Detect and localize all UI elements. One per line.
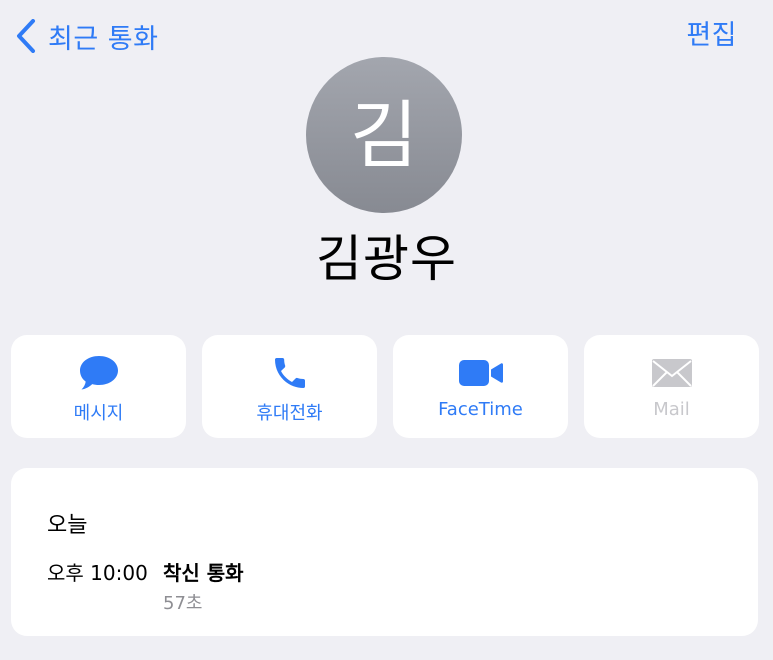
call-history-card: 오늘 오후 10:00 착신 통화 57초 (11, 468, 758, 636)
envelope-icon (651, 359, 692, 387)
call-duration: 57초 (163, 593, 203, 614)
avatar: 김 (306, 57, 462, 213)
avatar-initial: 김 (349, 93, 419, 179)
mail-button-label: Mail (653, 399, 690, 420)
back-button[interactable]: 최근 통화 (16, 14, 158, 58)
video-camera-icon (458, 360, 503, 386)
facetime-button-label: FaceTime (438, 399, 523, 420)
edit-button[interactable]: 편집 (686, 14, 737, 58)
history-date: 오늘 (47, 513, 88, 538)
phone-icon (274, 358, 305, 388)
message-button[interactable]: 메시지 (11, 335, 186, 438)
message-bubble-icon (79, 356, 118, 390)
back-button-label: 최근 통화 (48, 23, 159, 55)
facetime-button[interactable]: FaceTime (393, 335, 568, 438)
chevron-left-icon (17, 19, 35, 53)
contact-name: 김광우 (316, 230, 457, 288)
action-button-row: 메시지 휴대전화 FaceTime Mail (11, 335, 759, 438)
call-type: 착신 통화 (163, 561, 244, 585)
mobile-call-button[interactable]: 휴대전화 (202, 335, 377, 438)
call-time: 오후 10:00 (47, 561, 148, 585)
message-button-label: 메시지 (73, 403, 124, 424)
mobile-call-button-label: 휴대전화 (256, 403, 323, 424)
mail-button[interactable]: Mail (584, 335, 759, 438)
